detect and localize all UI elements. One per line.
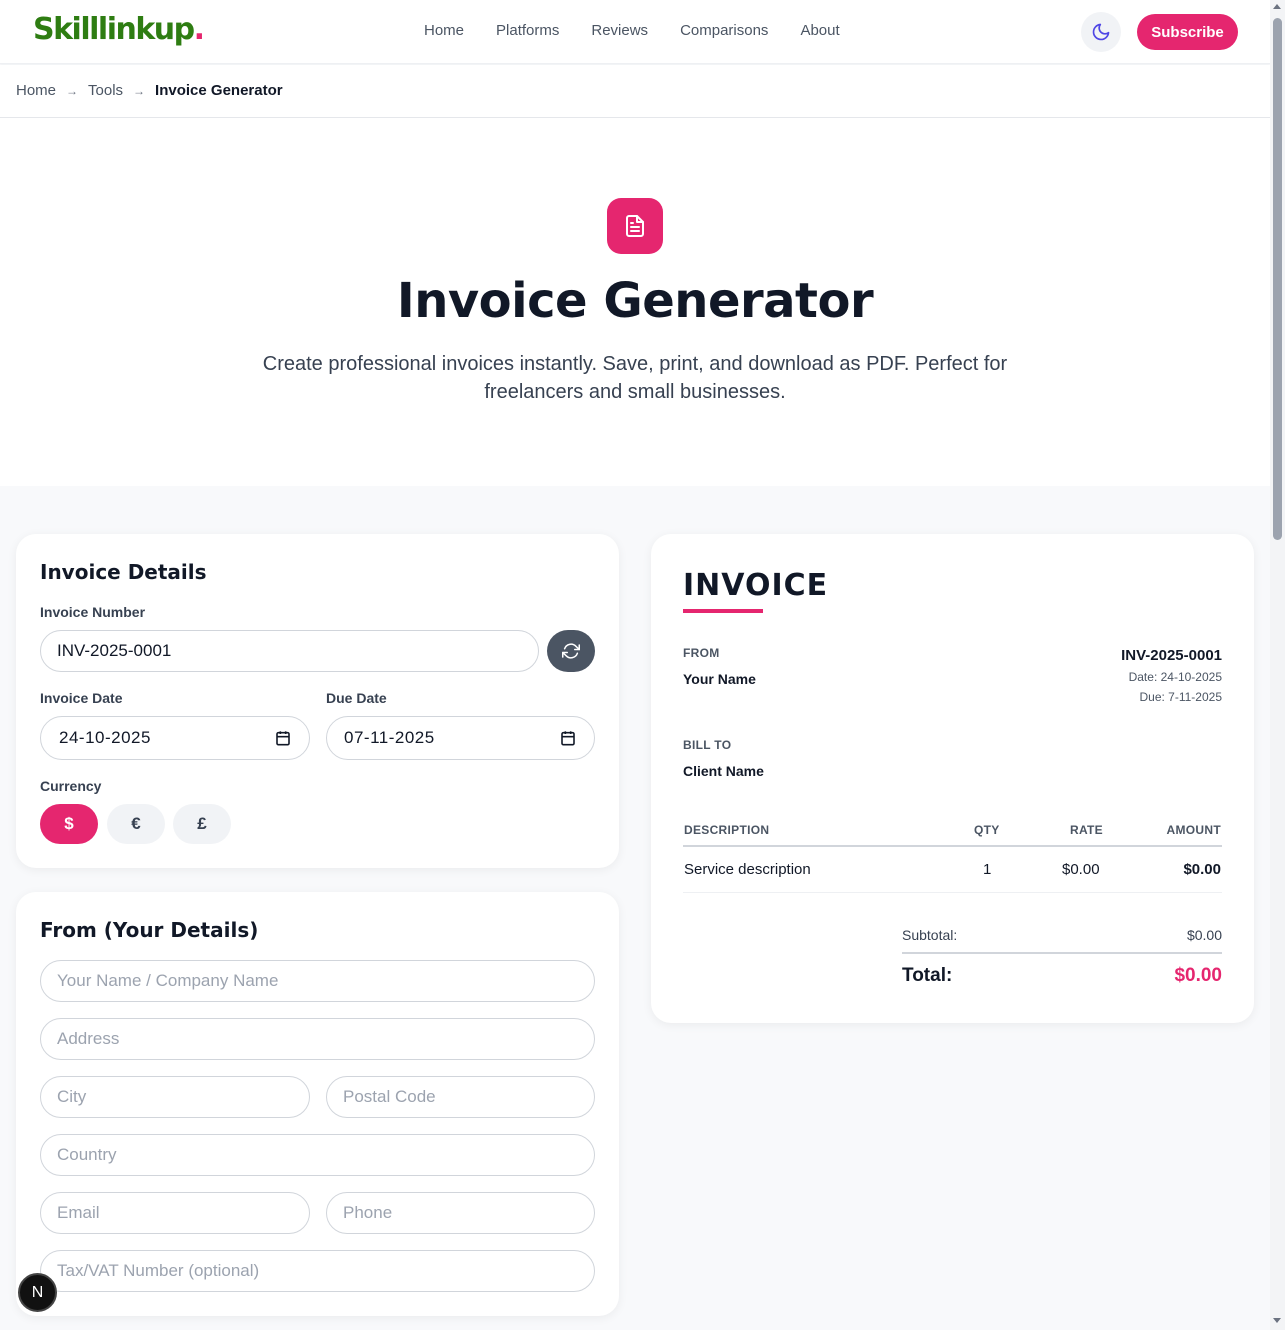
breadcrumb-current: Invoice Generator — [155, 82, 283, 99]
invoice-date-input[interactable]: 24-10-2025 — [40, 716, 310, 760]
main-nav: Home Platforms Reviews Comparisons About — [408, 22, 856, 39]
invoice-number-value: INV-2025-0001 — [57, 641, 172, 660]
invoice-heading: INVOICE — [683, 568, 829, 603]
from-country-input[interactable]: Country — [40, 1134, 595, 1176]
invoice-number-label: Invoice Number — [40, 604, 146, 620]
due-date-label: Due Date — [326, 690, 387, 706]
client-name: Client Name — [683, 763, 764, 779]
breadcrumb: Home → Tools → Invoice Generator — [16, 82, 283, 99]
vertical-scrollbar[interactable] — [1270, 0, 1285, 1330]
breadcrumb-bar: Home → Tools → Invoice Generator — [0, 65, 1270, 118]
row-qty: 1 — [983, 861, 992, 878]
from-details-card: From (Your Details) Your Name / Company … — [16, 892, 619, 1316]
from-label: FROM — [683, 646, 720, 660]
hero-section: Invoice Generator Create professional in… — [0, 118, 1270, 486]
currency-gbp-button[interactable]: £ — [173, 804, 231, 844]
invoice-number-input[interactable]: INV-2025-0001 — [40, 630, 539, 672]
from-phone-input[interactable]: Phone — [326, 1192, 595, 1234]
nav-platforms[interactable]: Platforms — [480, 22, 575, 39]
invoice-date-label: Invoice Date — [40, 690, 123, 706]
invoice-date-value: 24-10-2025 — [59, 728, 151, 747]
logo-text: Skilllinkup — [33, 12, 195, 47]
from-email-input[interactable]: Email — [40, 1192, 310, 1234]
from-postal-input[interactable]: Postal Code — [326, 1076, 595, 1118]
scroll-down-arrow[interactable] — [1273, 1318, 1281, 1323]
invoice-details-title: Invoice Details — [40, 560, 207, 584]
col-description: DESCRIPTION — [684, 823, 770, 837]
row-description: Service description — [684, 861, 811, 878]
from-address-input[interactable]: Address — [40, 1018, 595, 1060]
site-header: Skilllinkup. Home Platforms Reviews Comp… — [0, 0, 1270, 64]
refresh-icon — [562, 643, 580, 659]
invoice-details-card: Invoice Details Invoice Number INV-2025-… — [16, 534, 619, 868]
from-name-input[interactable]: Your Name / Company Name — [40, 960, 595, 1002]
currency-usd-button[interactable]: $ — [40, 804, 98, 844]
scroll-up-arrow[interactable] — [1273, 4, 1281, 9]
due-date-input[interactable]: 07-11-2025 — [326, 716, 595, 760]
breadcrumb-home[interactable]: Home — [16, 82, 56, 99]
subtotal-value: $0.00 — [1186, 927, 1222, 943]
nav-reviews[interactable]: Reviews — [575, 22, 664, 39]
document-icon — [626, 215, 644, 237]
row-rate: $0.00 — [1062, 861, 1100, 878]
total-label: Total: — [902, 965, 953, 986]
theme-toggle-button[interactable] — [1081, 12, 1121, 52]
breadcrumb-separator: → — [66, 83, 79, 98]
bill-to-label: BILL TO — [683, 738, 732, 752]
nav-comparisons[interactable]: Comparisons — [664, 22, 784, 39]
from-details-title: From (Your Details) — [40, 918, 259, 942]
total-value: $0.00 — [1174, 965, 1222, 986]
from-name: Your Name — [683, 671, 756, 687]
preview-invoice-number: INV-2025-0001 — [1121, 647, 1222, 664]
subtotal-label: Subtotal: — [902, 927, 958, 943]
calendar-icon[interactable] — [275, 730, 291, 746]
col-amount: AMOUNT — [1166, 823, 1221, 837]
page-subtitle: Create professional invoices instantly. … — [262, 353, 1008, 403]
page-title: Invoice Generator — [396, 273, 874, 329]
heading-underline — [683, 609, 763, 613]
regenerate-number-button[interactable] — [547, 630, 595, 672]
scrollbar-thumb[interactable] — [1273, 18, 1282, 540]
items-table-header: DESCRIPTION QTY RATE AMOUNT — [683, 820, 1222, 847]
table-row: Service description 1 $0.00 $0.00 — [683, 848, 1222, 893]
preview-invoice-date: Date: 24-10-2025 — [1128, 670, 1222, 684]
hero-icon-badge — [607, 198, 663, 254]
from-city-input[interactable]: City — [40, 1076, 310, 1118]
currency-eur-button[interactable]: € — [107, 804, 165, 844]
totals-divider — [902, 952, 1222, 954]
subscribe-button[interactable]: Subscribe — [1137, 14, 1238, 50]
logo-dot: . — [193, 12, 205, 47]
calendar-icon[interactable] — [560, 730, 576, 746]
badge-letter: N — [31, 1283, 44, 1301]
row-amount: $0.00 — [1183, 861, 1221, 878]
nav-home[interactable]: Home — [408, 22, 480, 39]
site-logo[interactable]: Skilllinkup. — [33, 12, 205, 47]
preview-due-date: Due: 7-11-2025 — [1139, 690, 1223, 704]
col-qty: QTY — [974, 823, 1000, 837]
breadcrumb-separator: → — [133, 83, 146, 98]
floating-n-badge[interactable]: N — [18, 1273, 57, 1312]
nav-about[interactable]: About — [784, 22, 855, 39]
due-date-value: 07-11-2025 — [344, 728, 435, 747]
currency-label: Currency — [40, 778, 102, 794]
invoice-preview-card: INVOICE FROM Your Name INV-2025-0001 Dat… — [651, 534, 1254, 1023]
from-tax-input[interactable]: Tax/VAT Number (optional) — [40, 1250, 595, 1292]
breadcrumb-tools[interactable]: Tools — [88, 82, 123, 99]
moon-icon — [1092, 23, 1110, 41]
col-rate: RATE — [1070, 823, 1103, 837]
